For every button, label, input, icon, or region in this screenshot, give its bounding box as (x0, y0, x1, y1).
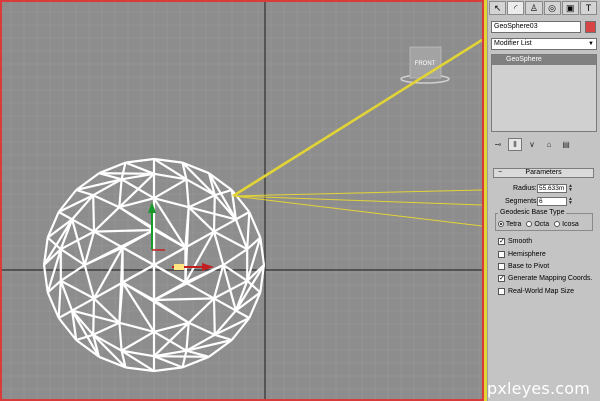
modifier-stack-toolbar: ⊸ Ⅱ ∨ ⌂ ▤ (491, 137, 597, 151)
modify-icon[interactable]: ◜ (507, 1, 525, 15)
option-label: Hemisphere (508, 251, 546, 258)
stack-item-geosphere[interactable]: GeoSphere (492, 55, 596, 65)
checkbox-icon: ✓ (498, 237, 505, 245)
object-name-field[interactable]: GeoSphere03 (491, 21, 581, 33)
command-panel-tabs: ↖ ◜ ♙ ◎ ▣ T (489, 1, 598, 16)
gizmo-pivot-icon (174, 264, 184, 270)
watermark: pxleyes.com (487, 379, 591, 398)
base-type-radios: Tetra Octa Icosa (498, 220, 584, 229)
geosphere-wireframe (42, 157, 266, 373)
checkbox-icon: ✓ (498, 274, 505, 282)
checkbox-icon (498, 262, 505, 270)
geodesic-base-type-label: Geodesic Base Type (498, 209, 567, 217)
callout-to-modifier-stack (232, 38, 482, 198)
chevron-down-icon: ▼ (588, 41, 594, 47)
base-type-octa[interactable]: Octa (526, 221, 549, 228)
configure-modifier-sets-icon[interactable]: ▤ (559, 138, 573, 151)
create-icon[interactable]: ↖ (489, 1, 507, 15)
option-label: Generate Mapping Coords. (508, 275, 593, 282)
segments-spinner-arrows-icon[interactable]: ▲ ▼ (568, 197, 573, 206)
segments-spinner[interactable]: 6 (537, 197, 567, 206)
remove-modifier-icon[interactable]: ⌂ (542, 138, 556, 151)
base-type-tetra[interactable]: Tetra (498, 221, 521, 228)
option-smooth[interactable]: ✓ Smooth (498, 237, 532, 246)
callout-to-radius (232, 189, 482, 197)
motion-icon[interactable]: ◎ (543, 1, 561, 15)
option-label: Smooth (508, 238, 533, 245)
base-type-icosa[interactable]: Icosa (554, 221, 579, 228)
checkbox-icon (498, 250, 505, 258)
show-end-result-icon[interactable]: Ⅱ (508, 137, 522, 151)
option-real-world-map-size[interactable]: Real-World Map Size (498, 287, 574, 296)
radius-label: Radius: (513, 185, 537, 192)
radius-spinner[interactable]: 55.633m (537, 184, 567, 193)
utilities-icon[interactable]: T (579, 1, 598, 15)
viewport-canvas[interactable]: FRONT (2, 2, 482, 399)
max-window: FRONT ↖ ◜ ♙ ◎ ▣ T GeoSphere03 Modifier List ▼… (0, 0, 600, 401)
modifier-list-label: Modifier List (494, 40, 532, 47)
base-type-label: Icosa (560, 221, 579, 228)
display-icon[interactable]: ▣ (561, 1, 579, 15)
rollout-title: Parameters (525, 169, 562, 176)
radius-spinner-arrows-icon[interactable]: ▲ ▼ (568, 184, 573, 193)
object-color-swatch[interactable] (585, 21, 596, 33)
option-generate-mapping-coords[interactable]: ✓ Generate Mapping Coords. (498, 274, 592, 283)
parameters-rollout-header[interactable]: − Parameters (493, 168, 594, 178)
modifier-stack[interactable]: GeoSphere (491, 54, 597, 132)
make-unique-icon[interactable]: ∨ (525, 138, 539, 151)
option-hemisphere[interactable]: Hemisphere (498, 250, 546, 259)
base-type-label: Tetra (504, 221, 522, 228)
option-base-to-pivot[interactable]: Base to Pivot (498, 262, 549, 271)
viewcube-label: FRONT (415, 61, 436, 67)
option-label: Base to Pivot (508, 263, 550, 270)
modifier-list-dropdown[interactable]: Modifier List ▼ (491, 38, 597, 50)
hierarchy-icon[interactable]: ♙ (525, 1, 543, 15)
segments-label: Segments: (505, 198, 539, 205)
command-panel: ↖ ◜ ♙ ◎ ▣ T GeoSphere03 Modifier List ▼ GeoSp… (487, 0, 600, 401)
viewport-perspective[interactable]: FRONT (0, 0, 484, 401)
checkbox-icon (498, 287, 505, 295)
base-type-label: Octa (532, 221, 550, 228)
pin-stack-icon[interactable]: ⊸ (491, 138, 505, 151)
collapse-icon: − (498, 169, 503, 176)
option-label: Real-World Map Size (508, 288, 575, 295)
